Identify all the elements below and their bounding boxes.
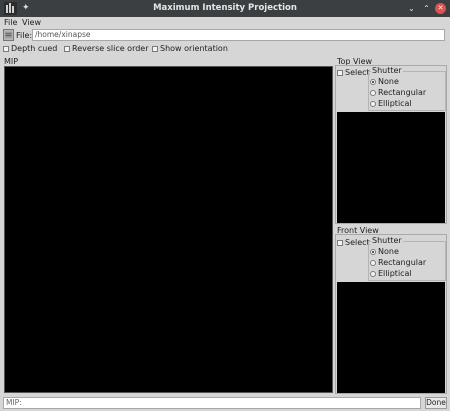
menu-file[interactable]: File (4, 18, 17, 27)
radio-dot[interactable] (370, 270, 376, 277)
status-bar: MIP: Done (0, 396, 450, 410)
menu-view[interactable]: View (22, 18, 41, 27)
reverse-slice-order-checkbox[interactable]: Reverse slice order (64, 44, 149, 53)
reverse-slice-order-label: Reverse slice order (72, 44, 149, 53)
title-bar: ✦ Maximum Intensity Projection ⌄ ⌃ ✕ (0, 0, 450, 17)
maximize-icon[interactable]: ⌃ (421, 3, 432, 14)
front-view-canvas[interactable] (337, 282, 445, 393)
top-shutter-elliptical-radio[interactable]: Elliptical (370, 99, 412, 108)
folder-icon[interactable] (3, 29, 14, 41)
options-row: Depth cued Reverse slice order Show orie… (0, 44, 450, 56)
front-shutter-none-radio[interactable]: None (370, 247, 399, 256)
show-orientation-checkbox[interactable]: Show orientation (152, 44, 228, 53)
radio-dot[interactable] (370, 100, 376, 107)
done-button[interactable]: Done (425, 397, 447, 409)
checkbox-box[interactable] (337, 239, 343, 246)
show-orientation-label: Show orientation (160, 44, 228, 53)
checkbox-box[interactable] (152, 45, 158, 52)
mip-label: MIP (4, 57, 19, 66)
checkbox-box[interactable] (64, 45, 70, 52)
mip-canvas[interactable] (4, 66, 333, 393)
top-view-select-checkbox[interactable]: Select (337, 68, 370, 77)
front-shutter-title: Shutter (371, 236, 403, 245)
file-row: File: /home/xinapse (0, 28, 450, 42)
close-icon[interactable]: ✕ (435, 3, 446, 14)
window-title: Maximum Intensity Projection (153, 3, 297, 13)
front-shutter-elliptical-label: Elliptical (378, 269, 412, 278)
checkbox-box[interactable] (3, 45, 9, 52)
top-view-select-label: Select (345, 68, 370, 77)
top-shutter-rectangular-radio[interactable]: Rectangular (370, 88, 426, 97)
radio-dot[interactable] (370, 89, 376, 96)
front-shutter-elliptical-radio[interactable]: Elliptical (370, 269, 412, 278)
radio-dot[interactable] (370, 259, 376, 266)
front-shutter-none-label: None (378, 247, 399, 256)
minimize-icon[interactable]: ⌄ (406, 3, 417, 14)
top-shutter-rectangular-label: Rectangular (378, 88, 427, 97)
depth-cued-label: Depth cued (11, 44, 58, 53)
top-shutter-title: Shutter (371, 66, 403, 75)
depth-cued-checkbox[interactable]: Depth cued (3, 44, 57, 53)
top-shutter-elliptical-label: Elliptical (378, 99, 412, 108)
file-path-field[interactable]: /home/xinapse (32, 29, 445, 41)
top-shutter-none-radio[interactable]: None (370, 77, 399, 86)
file-label: File: (16, 31, 33, 40)
top-shutter-none-label: None (378, 77, 399, 86)
mip-status-field: MIP: (3, 397, 421, 409)
radio-dot[interactable] (370, 248, 376, 255)
front-shutter-rectangular-label: Rectangular (378, 258, 427, 267)
front-shutter-rectangular-radio[interactable]: Rectangular (370, 258, 426, 267)
front-view-select-label: Select (345, 238, 370, 247)
menu-bar: File View (0, 17, 450, 28)
top-view-canvas[interactable] (337, 112, 445, 223)
checkbox-box[interactable] (337, 69, 343, 76)
front-view-select-checkbox[interactable]: Select (337, 238, 370, 247)
radio-dot[interactable] (370, 78, 376, 85)
